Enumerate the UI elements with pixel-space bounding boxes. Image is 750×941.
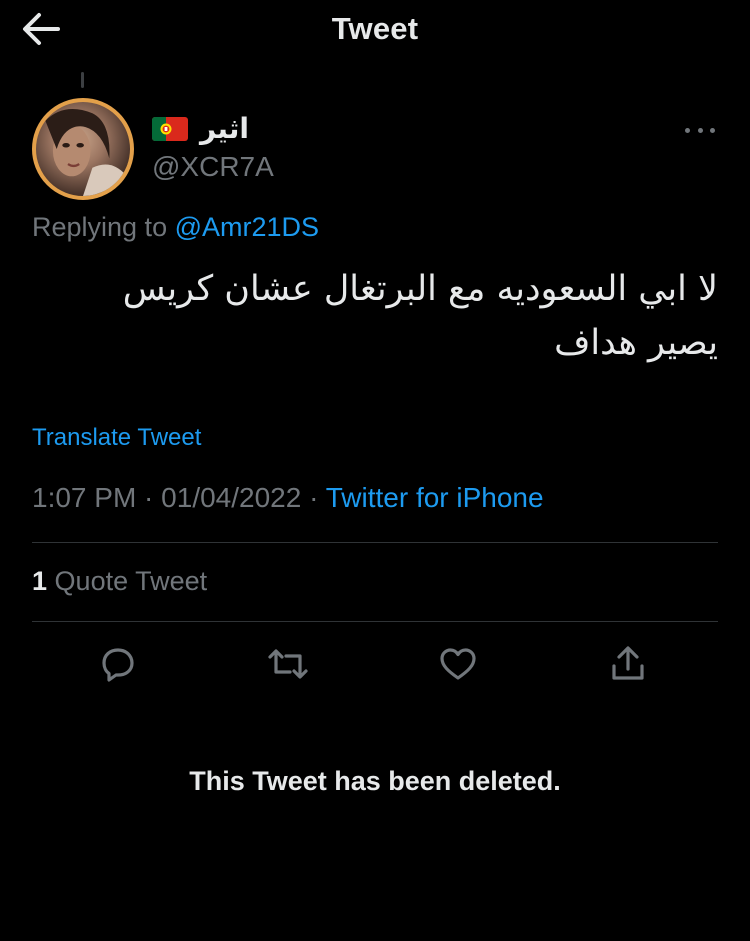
quote-tweets-count[interactable]: 1 Quote Tweet [32, 566, 207, 597]
more-options-button[interactable] [680, 120, 720, 140]
quote-count: 1 [32, 566, 48, 596]
portugal-flag-icon [152, 116, 188, 141]
avatar-image [45, 109, 127, 196]
quote-label: Quote Tweet [54, 566, 208, 596]
share-icon [612, 646, 644, 680]
retweet-icon [268, 649, 308, 679]
author-display-name[interactable]: اثير [200, 112, 249, 145]
divider [32, 542, 718, 543]
tweet-meta: 1:07 PM · 01/04/2022 · Twitter for iPhon… [32, 482, 544, 514]
replying-to-mention[interactable]: @Amr21DS [175, 212, 319, 242]
tweet-text-line: يصير هداف [554, 323, 718, 363]
meta-separator: · [136, 482, 162, 513]
page-title: Tweet [331, 11, 419, 46]
divider [32, 621, 718, 622]
like-button[interactable] [436, 642, 480, 686]
author-handle[interactable]: @XCR7A [152, 151, 274, 183]
avatar[interactable] [32, 98, 134, 200]
tweet-detail-screen: Tweet اثير @XCR7A Replying to @Amr21DS ل… [0, 0, 750, 941]
tweet-date: 01/04/2022 [161, 482, 302, 513]
author-name-row: اثير [152, 112, 249, 145]
deleted-tweet-notice: This Tweet has been deleted. [189, 766, 561, 796]
like-icon [440, 648, 476, 680]
tweet-text-line: لا ابي السعوديه مع البرتغال عشان كريس [122, 269, 718, 309]
tweet-actions-bar [0, 640, 750, 690]
more-dot-icon [685, 127, 690, 133]
translate-tweet-link[interactable]: Translate Tweet [32, 424, 201, 452]
reply-icon [102, 648, 134, 682]
retweet-button[interactable] [266, 642, 310, 686]
tweet-text: لا ابي السعوديه مع البرتغال عشان كريس يص… [32, 262, 718, 370]
tweet-source-link[interactable]: Twitter for iPhone [326, 482, 544, 513]
replying-to: Replying to @Amr21DS [32, 212, 319, 243]
share-button[interactable] [606, 642, 650, 686]
meta-separator: · [301, 482, 326, 513]
reply-button[interactable] [96, 642, 140, 686]
more-dot-icon [710, 127, 715, 133]
replying-to-prefix: Replying to [32, 212, 168, 242]
thread-connector [81, 72, 84, 88]
tweet-time: 1:07 PM [32, 482, 137, 513]
more-dot-icon [697, 127, 703, 133]
